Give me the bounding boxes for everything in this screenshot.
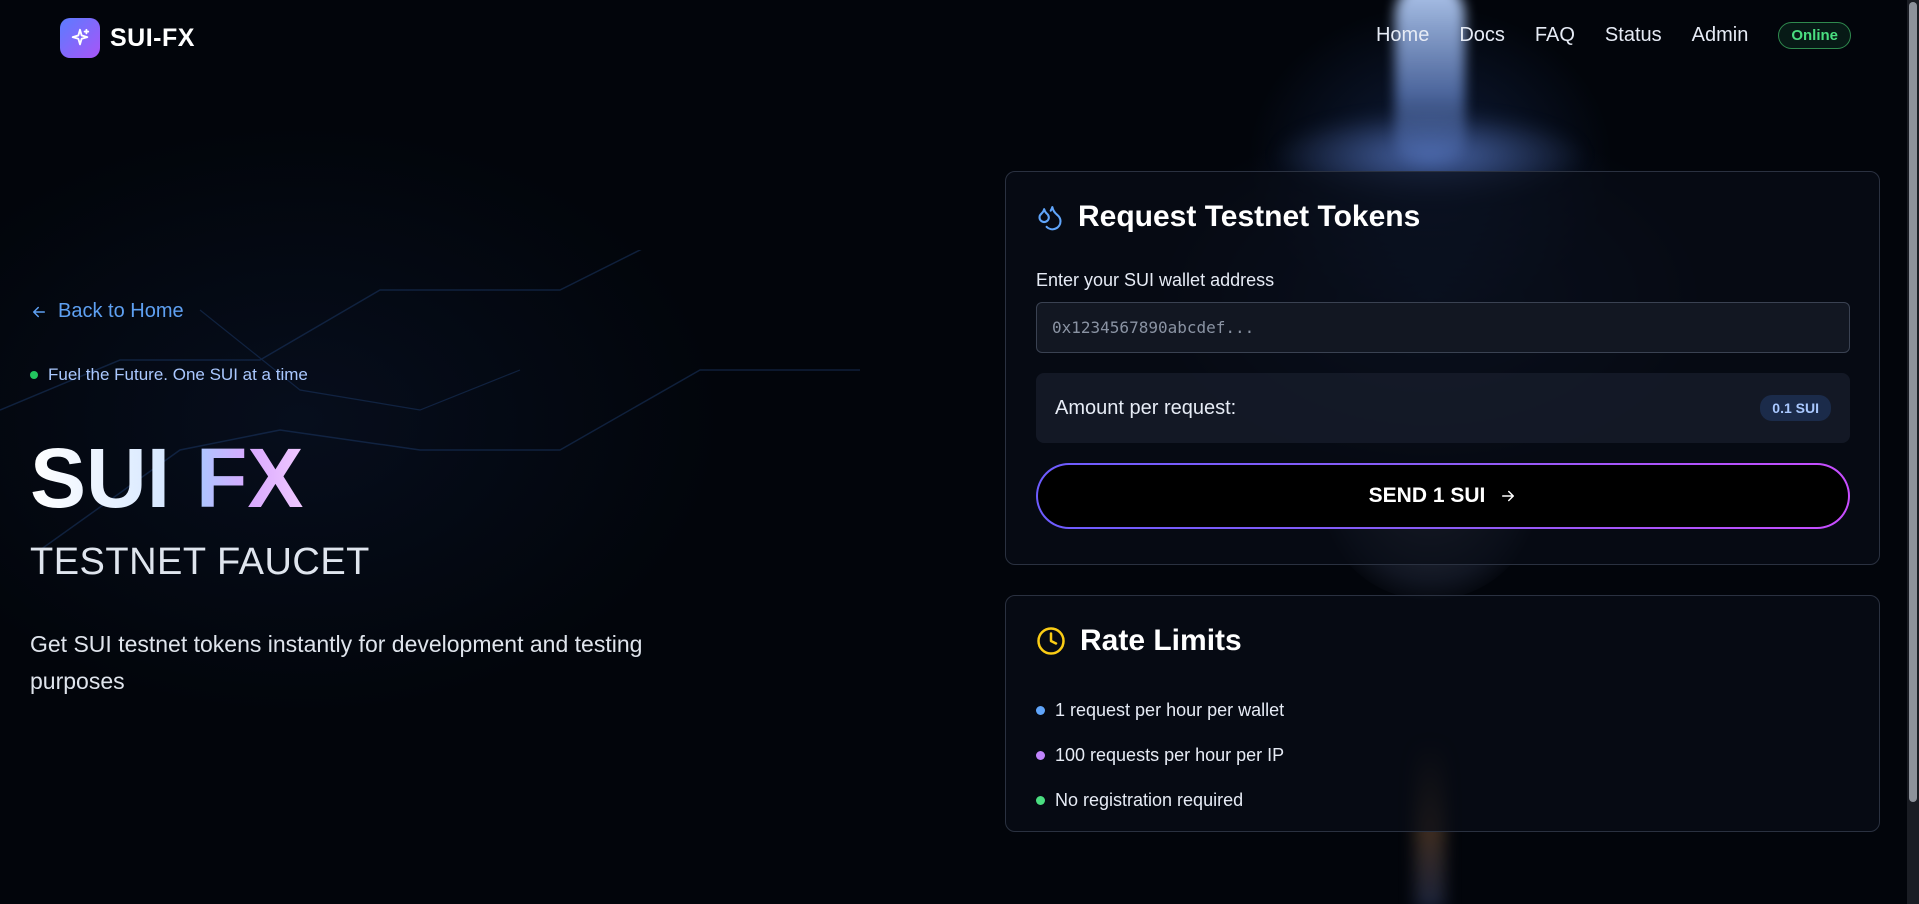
amount-row: Amount per request: 0.1 SUI xyxy=(1036,373,1850,443)
rate-rules-list: 1 request per hour per wallet 100 reques… xyxy=(1036,688,1284,823)
amount-label: Amount per request: xyxy=(1055,396,1237,419)
rule-dot xyxy=(1036,751,1045,760)
title-part1: SUI xyxy=(30,431,171,525)
request-tokens-card: Request Testnet Tokens Enter your SUI wa… xyxy=(1005,171,1880,565)
clock-icon xyxy=(1037,627,1065,655)
rule-dot xyxy=(1036,796,1045,805)
back-link-label: Back to Home xyxy=(58,300,184,322)
list-item: No registration required xyxy=(1036,778,1284,823)
status-badge: Online xyxy=(1778,22,1851,49)
nav-status[interactable]: Status xyxy=(1605,24,1662,47)
page-subtitle: TESTNET FAUCET xyxy=(30,541,370,583)
send-button-inner: SEND 1 SUI xyxy=(1038,465,1848,527)
arrow-right-icon xyxy=(1502,490,1515,502)
scrollbar[interactable] xyxy=(1907,0,1919,904)
nav-faq[interactable]: FAQ xyxy=(1535,24,1575,47)
droplets-icon xyxy=(1038,206,1062,231)
rate-card-header: Rate Limits xyxy=(1036,624,1242,658)
title-part2: FX xyxy=(196,431,304,525)
header: SUI-FX Home Docs FAQ Status Admin Online xyxy=(0,0,1919,76)
page-title: SUI FX xyxy=(30,433,730,523)
send-button[interactable]: SEND 1 SUI xyxy=(1036,463,1850,529)
tagline: Fuel the Future. One SUI at a time xyxy=(30,365,730,385)
list-item: 100 requests per hour per IP xyxy=(1036,733,1284,778)
send-button-label: SEND 1 SUI xyxy=(1368,484,1486,507)
hero-description: Get SUI testnet tokens instantly for dev… xyxy=(30,631,643,694)
nav-docs[interactable]: Docs xyxy=(1459,24,1505,47)
tagline-text: Fuel the Future. One SUI at a time xyxy=(48,365,308,384)
rule-text: 1 request per hour per wallet xyxy=(1055,700,1285,720)
tagline-dot xyxy=(30,371,38,379)
rate-limits-card: Rate Limits 1 request per hour per walle… xyxy=(1005,595,1880,832)
request-card-header: Request Testnet Tokens xyxy=(1036,200,1420,234)
request-card-title: Request Testnet Tokens xyxy=(1078,200,1421,233)
rule-text: 100 requests per hour per IP xyxy=(1055,745,1285,765)
wallet-address-input[interactable]: 0x1234567890abcdef... xyxy=(1036,302,1850,353)
list-item: 1 request per hour per wallet xyxy=(1036,688,1284,733)
wallet-address-label: Enter your SUI wallet address xyxy=(1036,270,1275,290)
app-name: SUI-FX xyxy=(110,23,195,52)
sparkle-icon xyxy=(60,18,100,58)
back-to-home-link[interactable]: Back to Home xyxy=(30,300,730,323)
nav-home[interactable]: Home xyxy=(1376,24,1429,47)
rule-dot xyxy=(1036,706,1045,715)
top-nav: Home Docs FAQ Status Admin Online xyxy=(1376,22,1851,49)
scrollbar-thumb[interactable] xyxy=(1909,2,1917,802)
rule-text: No registration required xyxy=(1055,790,1244,810)
hero: Back to Home Fuel the Future. One SUI at… xyxy=(30,300,730,700)
logo[interactable]: SUI-FX xyxy=(60,18,195,58)
amount-badge: 0.1 SUI xyxy=(1760,395,1831,421)
nav-admin[interactable]: Admin xyxy=(1692,24,1749,47)
wallet-address-placeholder: 0x1234567890abcdef... xyxy=(1052,318,1255,337)
arrow-left-icon xyxy=(33,306,45,317)
rate-card-title: Rate Limits xyxy=(1080,624,1242,657)
